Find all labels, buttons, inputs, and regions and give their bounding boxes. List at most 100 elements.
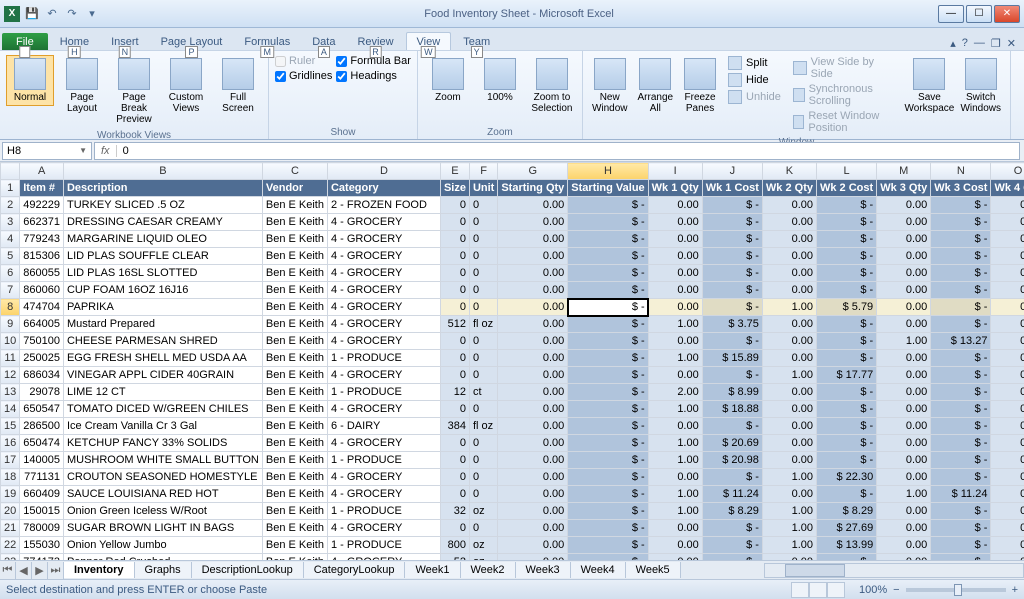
cell[interactable]: $ - [568,486,648,503]
cell[interactable]: 0.00 [498,367,568,384]
cell[interactable]: $ 11.24 [931,486,991,503]
cell[interactable]: $ - [702,333,762,350]
cell[interactable]: 0.00 [648,554,702,561]
cell[interactable]: 0.00 [498,282,568,299]
cell[interactable]: 0.00 [762,316,816,333]
fx-icon[interactable]: fx [95,145,117,157]
cell[interactable]: 0.00 [648,282,702,299]
cell[interactable]: $ - [817,197,877,214]
worksheet-grid[interactable]: ABCDEFGHIJKLMNO1Item #DescriptionVendorC… [0,162,1024,560]
cell[interactable]: $ 27.69 [817,520,877,537]
page-break-preview-button[interactable]: Page Break Preview [110,55,158,128]
cell[interactable]: 1 - PRODUCE [327,503,440,520]
cell[interactable]: 1.00 [877,486,931,503]
cell[interactable]: Ben E Keith [262,435,327,452]
cell[interactable]: 1.00 [877,333,931,350]
cell[interactable]: 6 - DAIRY [327,418,440,435]
cell[interactable]: $ - [931,214,991,231]
cell[interactable]: 1.00 [762,537,816,554]
cell[interactable]: 2 - FROZEN FOOD [327,197,440,214]
cell[interactable]: 0.00 [991,469,1024,486]
cell[interactable]: $ - [702,537,762,554]
row-header-20[interactable]: 20 [1,503,20,520]
cell[interactable]: $ - [568,316,648,333]
ribbon-minimize-icon[interactable]: ▴ [950,37,956,50]
cell[interactable]: 750100 [20,333,64,350]
cell[interactable]: 780009 [20,520,64,537]
cell[interactable]: $ 18.88 [702,401,762,418]
cell[interactable]: 0.00 [991,316,1024,333]
sheet-tab-descriptionlookup[interactable]: DescriptionLookup [192,562,304,578]
view-side-by-side-button[interactable]: View Side by Side [789,55,902,81]
cell[interactable]: 1.00 [762,469,816,486]
cell[interactable]: $ - [931,520,991,537]
cell[interactable]: $ - [931,282,991,299]
cell[interactable]: ct [469,384,497,401]
cell[interactable]: CUP FOAM 16OZ 16J16 [63,282,262,299]
cell[interactable]: Ben E Keith [262,197,327,214]
cell[interactable]: $ - [931,231,991,248]
cell[interactable]: 0 [440,486,469,503]
cell[interactable]: 0.00 [877,282,931,299]
help-icon[interactable]: ? [962,37,968,50]
cell[interactable]: PAPRIKA [63,299,262,316]
cell[interactable]: 0.00 [498,214,568,231]
tab-file[interactable]: FileF [2,33,48,50]
cell[interactable]: 4 - GROCERY [327,231,440,248]
cell[interactable]: 4 - GROCERY [327,486,440,503]
cell[interactable]: 1.00 [762,299,816,316]
cell[interactable]: $ - [702,469,762,486]
cell[interactable]: $ - [702,367,762,384]
cell[interactable]: 1.00 [648,452,702,469]
cell[interactable]: $ - [931,197,991,214]
row-header-23[interactable]: 23 [1,554,20,561]
cell[interactable]: 4 - GROCERY [327,554,440,561]
view-normal-icon[interactable] [791,582,809,598]
cell[interactable]: 0 [469,367,497,384]
row-header-21[interactable]: 21 [1,520,20,537]
cell[interactable]: $ 13.27 [931,333,991,350]
cell[interactable]: 0.00 [991,214,1024,231]
row-header-12[interactable]: 12 [1,367,20,384]
formula-input[interactable]: fx 0 [94,142,1020,160]
cell[interactable]: 492229 [20,197,64,214]
cell[interactable]: 0.00 [991,367,1024,384]
cell[interactable]: $ - [568,197,648,214]
sheet-tab-week5[interactable]: Week5 [626,562,681,578]
cell[interactable]: Ben E Keith [262,384,327,401]
header-cell[interactable]: Wk 4 Qty [991,180,1024,197]
cell[interactable]: 4 - GROCERY [327,435,440,452]
cell[interactable]: 0.00 [762,231,816,248]
cell[interactable]: 0.00 [762,350,816,367]
cell[interactable]: 0.00 [877,299,931,316]
cell[interactable]: $ - [931,537,991,554]
tab-home[interactable]: HomeH [50,33,99,50]
cell[interactable]: $ - [568,333,648,350]
row-header-4[interactable]: 4 [1,231,20,248]
cell[interactable]: 0.00 [498,435,568,452]
cell[interactable]: $ - [931,418,991,435]
cell[interactable]: 1 - PRODUCE [327,452,440,469]
cell[interactable]: Ben E Keith [262,452,327,469]
sheet-tab-inventory[interactable]: Inventory [64,562,135,578]
cell[interactable]: Pepper Red Crushed [63,554,262,561]
sheet-tab-graphs[interactable]: Graphs [135,562,192,578]
cell[interactable]: $ - [568,469,648,486]
cell[interactable]: 0.00 [648,418,702,435]
col-header-O[interactable]: O [991,163,1024,180]
cell[interactable]: CHEESE PARMESAN SHRED [63,333,262,350]
cell[interactable]: $ - [568,231,648,248]
cell[interactable]: $ 8.29 [817,503,877,520]
sheet-tab-week4[interactable]: Week4 [571,562,626,578]
header-cell[interactable]: Wk 1 Qty [648,180,702,197]
cell[interactable]: 0.00 [877,418,931,435]
cell[interactable]: 155030 [20,537,64,554]
cell[interactable]: 0 [469,452,497,469]
cell[interactable]: 0.00 [648,214,702,231]
cell[interactable]: oz [469,537,497,554]
cell[interactable]: 1.00 [762,367,816,384]
cell[interactable]: $ 20.69 [702,435,762,452]
cell[interactable]: 286500 [20,418,64,435]
cell[interactable]: 0.00 [498,265,568,282]
cell[interactable]: 0.00 [877,452,931,469]
